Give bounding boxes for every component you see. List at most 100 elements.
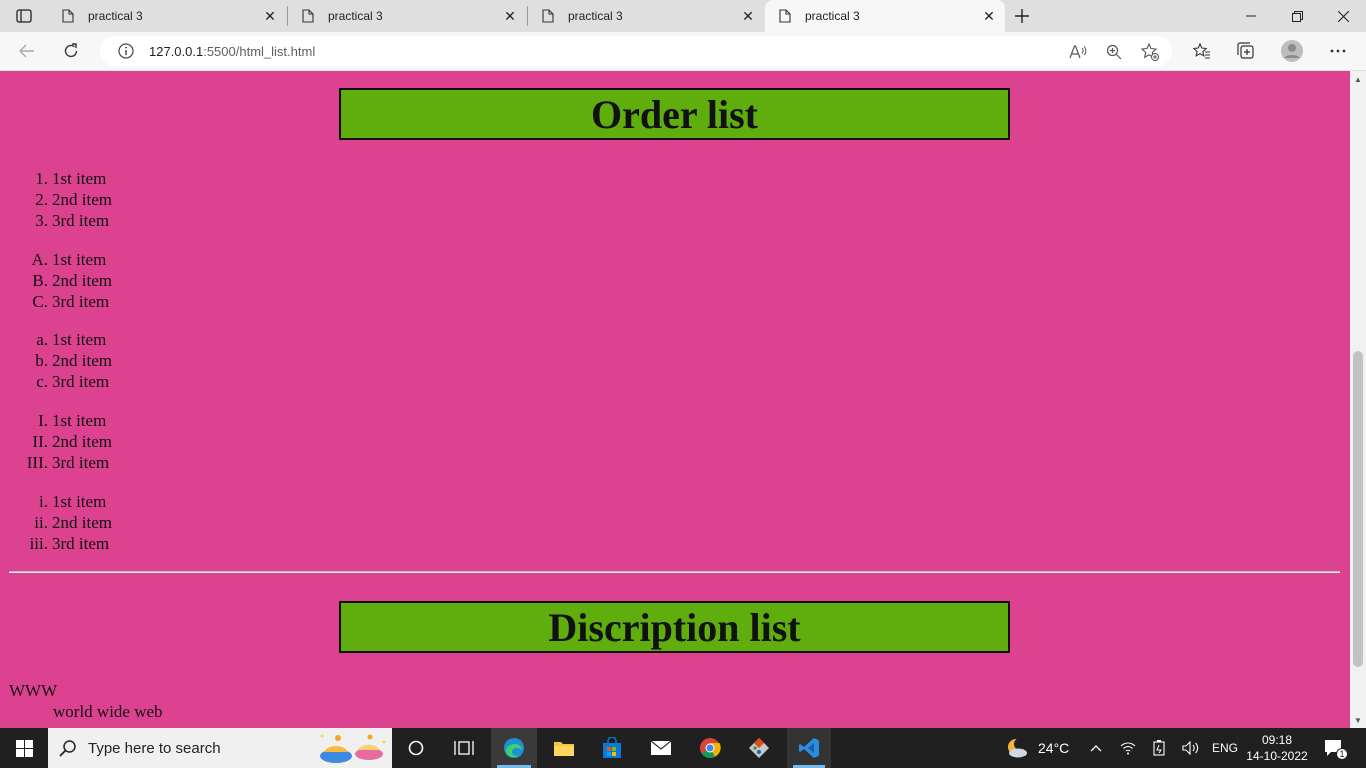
list-item: iii. 3rd item [0, 533, 300, 554]
list-item: I. 1st item [0, 410, 300, 431]
close-window-button[interactable] [1320, 0, 1366, 32]
battery-icon[interactable] [1149, 728, 1169, 768]
description-definition: world wide web [53, 702, 163, 721]
weather-widget[interactable]: 24°C [1004, 728, 1069, 768]
collections-icon [1237, 42, 1254, 59]
weather-moon-icon [1008, 738, 1027, 758]
list-marker: 3. [35, 211, 48, 230]
cortana-button[interactable] [398, 728, 434, 768]
close-icon [1337, 10, 1349, 22]
git-icon [749, 738, 769, 758]
list-marker: III. [26, 453, 48, 472]
settings-menu-button[interactable] [1323, 37, 1353, 65]
list-marker: 2. [35, 190, 48, 209]
language-indicator[interactable]: ENG [1212, 728, 1238, 768]
network-icon[interactable] [1118, 728, 1138, 768]
address-bar[interactable]: 127.0.0.1:5500/html_list.html [100, 36, 1172, 66]
restore-icon [1291, 10, 1303, 22]
scrollbar-thumb[interactable] [1353, 351, 1363, 667]
minimize-button[interactable] [1228, 0, 1274, 32]
show-hidden-icons[interactable] [1086, 728, 1106, 768]
list-item-text: 2nd item [52, 271, 112, 290]
task-view-button[interactable] [446, 728, 482, 768]
list-marker: a. [36, 330, 48, 349]
taskbar-chrome[interactable] [689, 728, 731, 768]
tab-title: practical 3 [88, 9, 143, 23]
mail-icon [650, 740, 672, 755]
vertical-scrollbar[interactable]: ▲ ▼ [1350, 71, 1366, 728]
folder-icon [554, 742, 574, 756]
language-text: ENG [1212, 741, 1239, 755]
list-item: ii. 2nd item [0, 512, 300, 533]
notification-center-button[interactable]: 1 [1322, 728, 1348, 768]
tab-actions-icon[interactable] [8, 4, 40, 28]
page-icon [540, 8, 556, 24]
ordered-list-numeric: 1. 1st item 2. 2nd item 3. 3rd item [0, 168, 300, 231]
ordered-list-upper-roman: I. 1st item II. 2nd item III. 3rd item [0, 410, 300, 473]
clock[interactable]: 09:18 14-10-2022 [1246, 728, 1308, 768]
ordered-list-lower-alpha: a. 1st item b. 2nd item c. 3rd item [0, 329, 300, 392]
list-item: 1. 1st item [0, 168, 300, 189]
list-item: III. 3rd item [0, 452, 300, 473]
refresh-icon [64, 43, 78, 58]
taskbar-store[interactable] [591, 728, 633, 768]
ordered-list-lower-roman: i. 1st item ii. 2nd item iii. 3rd item [0, 491, 300, 554]
scroll-down-icon[interactable]: ▼ [1350, 712, 1366, 728]
description-list-heading: Discription list [548, 604, 801, 650]
list-marker: i. [39, 492, 48, 511]
list-item-text: 2nd item [52, 432, 112, 451]
close-icon[interactable]: ✕ [498, 4, 522, 28]
restore-button[interactable] [1274, 0, 1320, 32]
list-marker: 1. [35, 169, 48, 188]
tab-4-active[interactable]: practical 3 ✕ [765, 0, 1005, 32]
collections-button[interactable] [1231, 37, 1261, 65]
taskbar-search[interactable]: Type here to search [48, 728, 392, 768]
description-term: WWW [9, 681, 58, 700]
volume-icon[interactable] [1180, 728, 1202, 768]
windows-icon [15, 739, 33, 757]
tab-strip: practical 3 ✕ practical 3 ✕ practical 3 … [0, 0, 1366, 32]
list-item-text: 2nd item [52, 513, 112, 532]
info-icon[interactable] [117, 42, 135, 60]
cortana-icon [408, 740, 424, 756]
list-item: 3. 3rd item [0, 210, 300, 231]
profile-button[interactable] [1277, 37, 1307, 65]
plus-icon [1015, 9, 1029, 23]
reload-button[interactable] [56, 37, 86, 65]
url-host: 127.0.0.1 [149, 43, 204, 59]
tab-1[interactable]: practical 3 ✕ [48, 0, 286, 32]
scroll-up-icon[interactable]: ▲ [1350, 71, 1366, 87]
list-marker: A. [31, 250, 48, 269]
close-icon[interactable]: ✕ [977, 4, 1001, 28]
list-item-text: 1st item [52, 169, 107, 188]
taskbar-vscode[interactable] [787, 728, 831, 768]
taskbar-git[interactable] [738, 728, 780, 768]
tab-title: practical 3 [568, 9, 623, 23]
url-text: 127.0.0.1:5500/html_list.html [149, 44, 315, 59]
close-icon[interactable]: ✕ [736, 4, 760, 28]
taskbar-file-explorer[interactable] [543, 728, 585, 768]
vscode-icon [799, 738, 819, 758]
page-icon [777, 8, 793, 24]
list-marker: II. [32, 432, 48, 451]
avatar-icon [1281, 40, 1303, 62]
browser-toolbar: 127.0.0.1:5500/html_list.html [0, 32, 1366, 71]
close-icon[interactable]: ✕ [258, 4, 282, 28]
read-aloud-icon[interactable] [1068, 42, 1088, 62]
edge-icon [504, 738, 524, 758]
task-view-icon [454, 741, 474, 755]
page-icon [300, 8, 316, 24]
tab-2[interactable]: practical 3 ✕ [288, 0, 526, 32]
zoom-icon[interactable] [1104, 42, 1124, 62]
start-button[interactable] [0, 728, 48, 768]
chrome-icon [700, 738, 721, 758]
add-favorite-icon[interactable] [1140, 42, 1160, 62]
taskbar-mail[interactable] [640, 728, 682, 768]
new-tab-button[interactable] [1008, 4, 1036, 28]
tab-3[interactable]: practical 3 ✕ [528, 0, 764, 32]
list-item: A. 1st item [0, 249, 300, 270]
back-button[interactable] [12, 37, 42, 65]
taskbar-edge[interactable] [491, 728, 537, 768]
minimize-icon [1246, 15, 1256, 17]
favorites-button[interactable] [1187, 37, 1217, 65]
